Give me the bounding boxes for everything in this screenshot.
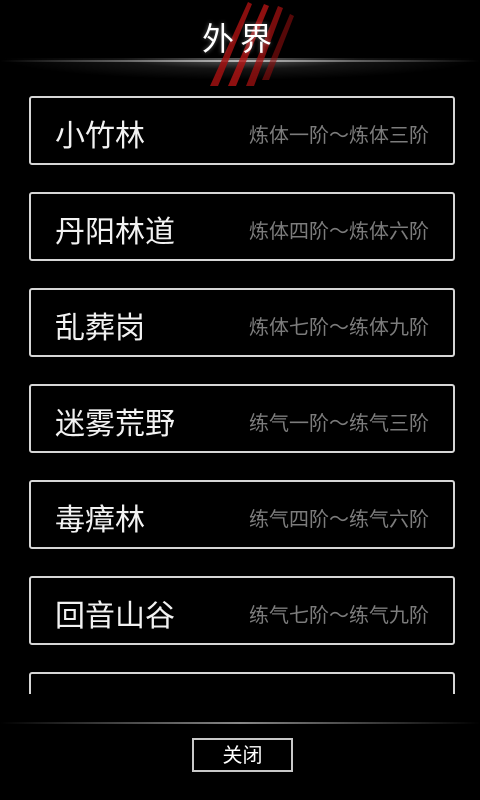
area-name: 毒瘴林 xyxy=(55,503,145,538)
area-item-danyang-forest-road[interactable]: 丹阳林道 炼体四阶～炼体六阶 xyxy=(29,192,455,261)
area-level-range: 练气一阶～练气三阶 xyxy=(249,411,429,435)
page-title: 外界 xyxy=(201,20,278,58)
header-bar: 外界 xyxy=(0,0,480,86)
area-item-miasma-forest[interactable]: 毒瘴林 练气四阶～练气六阶 xyxy=(29,480,455,549)
area-item-partial[interactable] xyxy=(29,672,455,694)
area-level-range: 炼体一阶～炼体三阶 xyxy=(249,123,429,147)
area-item-echo-valley[interactable]: 回音山谷 练气七阶～练气九阶 xyxy=(29,576,455,645)
area-level-range: 炼体四阶～炼体六阶 xyxy=(249,219,429,243)
area-level-range: 练气七阶～练气九阶 xyxy=(249,603,429,627)
area-item-burial-mound[interactable]: 乱葬岗 炼体七阶～练体九阶 xyxy=(29,288,455,357)
area-level-range: 练气四阶～练气六阶 xyxy=(249,507,429,531)
area-name: 乱葬岗 xyxy=(55,311,145,346)
footer-divider xyxy=(0,722,480,724)
area-item-misty-wilds[interactable]: 迷雾荒野 练气一阶～练气三阶 xyxy=(29,384,455,453)
area-name: 丹阳林道 xyxy=(55,215,175,250)
area-name: 小竹林 xyxy=(55,119,145,154)
area-list[interactable]: 小竹林 炼体一阶～炼体三阶 丹阳林道 炼体四阶～炼体六阶 乱葬岗 炼体七阶～练体… xyxy=(0,88,480,694)
area-item-bamboo-grove[interactable]: 小竹林 炼体一阶～炼体三阶 xyxy=(29,96,455,165)
area-level-range: 炼体七阶～练体九阶 xyxy=(249,315,429,339)
area-name: 回音山谷 xyxy=(55,599,175,634)
close-button[interactable]: 关闭 xyxy=(192,738,293,772)
area-name: 迷雾荒野 xyxy=(55,407,175,442)
